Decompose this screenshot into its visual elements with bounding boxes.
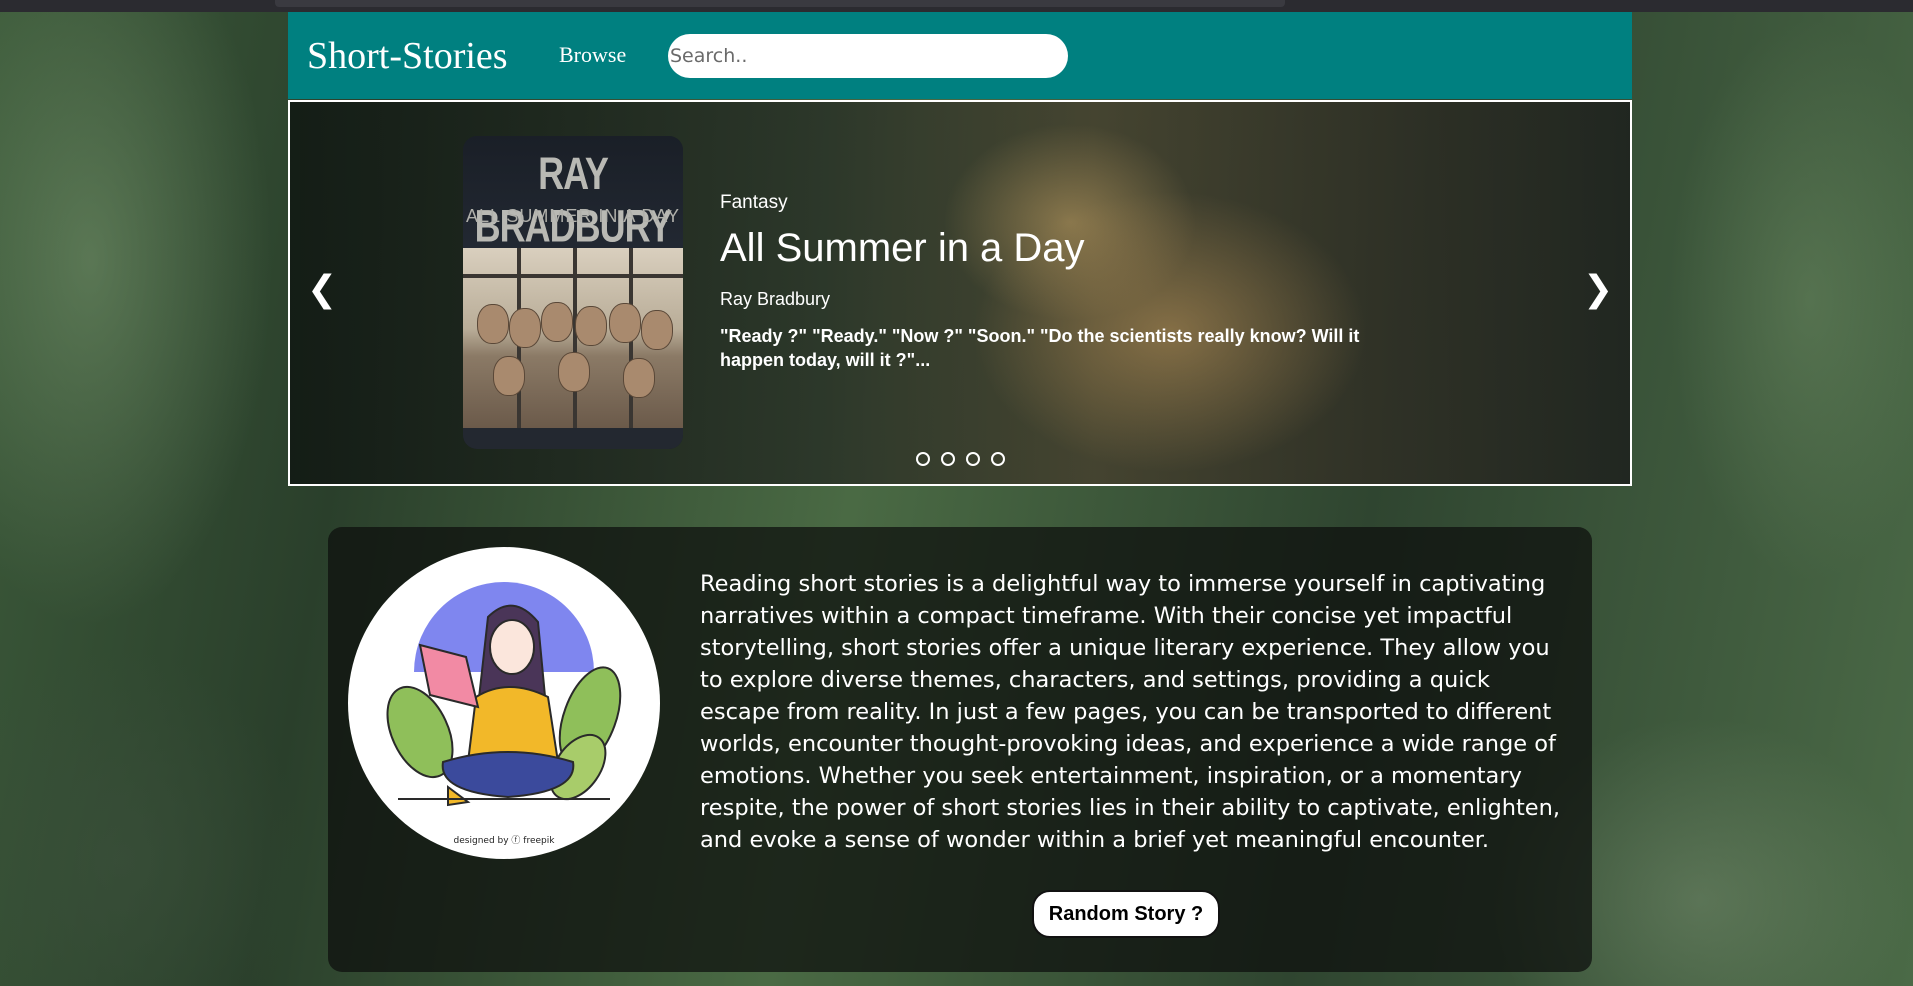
reading-illustration: designed by ⓕ freepik: [348, 547, 660, 859]
carousel-next-button[interactable]: ❯: [1583, 270, 1613, 310]
carousel-dot-1[interactable]: [916, 452, 930, 466]
cover-figure: [541, 302, 573, 342]
reader-illustration-icon: [386, 582, 622, 807]
navbar: Short-Stories Browse: [288, 12, 1632, 99]
about-panel: designed by ⓕ freepik Reading short stor…: [328, 527, 1592, 972]
slide-excerpt: "Ready ?" "Ready." "Now ?" "Soon." "Do t…: [720, 326, 1360, 370]
carousel-dot-2[interactable]: [941, 452, 955, 466]
random-story-button[interactable]: Random Story ?: [1032, 890, 1220, 938]
carousel-dot-4[interactable]: [991, 452, 1005, 466]
featured-carousel: ❮ RAY BRADBURY ALL SUMMER IN A DAY Fanta…: [288, 100, 1632, 486]
cover-figure: [493, 356, 525, 396]
about-description: Reading short stories is a delightful wa…: [700, 571, 1561, 853]
slide-title[interactable]: All Summer in a Day: [720, 226, 1085, 271]
cover-artwork: [463, 248, 683, 428]
cover-author-text: RAY BRADBURY: [474, 147, 673, 252]
carousel-prev-button[interactable]: ❮: [307, 270, 337, 310]
carousel-dot-3[interactable]: [966, 452, 980, 466]
cover-figure: [641, 310, 673, 350]
cover-figure: [575, 306, 607, 346]
book-cover: RAY BRADBURY ALL SUMMER IN A DAY: [463, 136, 683, 449]
cover-window-pane: [573, 248, 577, 428]
browse-link[interactable]: Browse: [559, 42, 626, 68]
main-column: Short-Stories Browse ❮ RAY BRADBURY ALL …: [288, 12, 1632, 986]
slide-genre: Fantasy: [720, 192, 788, 213]
cover-figure: [558, 352, 590, 392]
cover-figure: [509, 308, 541, 348]
cover-figure: [609, 303, 641, 343]
carousel-indicators: [916, 452, 1005, 468]
cover-footer: [463, 428, 683, 449]
cover-figure: [623, 358, 655, 398]
browser-top-strip: [0, 0, 1913, 12]
slide-author: Ray Bradbury: [720, 289, 831, 309]
illustration-credit: designed by ⓕ freepik: [453, 836, 555, 846]
cover-figure: [477, 304, 509, 344]
scroll-indicator: [275, 0, 1285, 7]
site-brand[interactable]: Short-Stories: [307, 34, 508, 78]
search-input[interactable]: [668, 34, 1068, 78]
cover-title-text: ALL SUMMER IN A DAY: [465, 206, 681, 226]
